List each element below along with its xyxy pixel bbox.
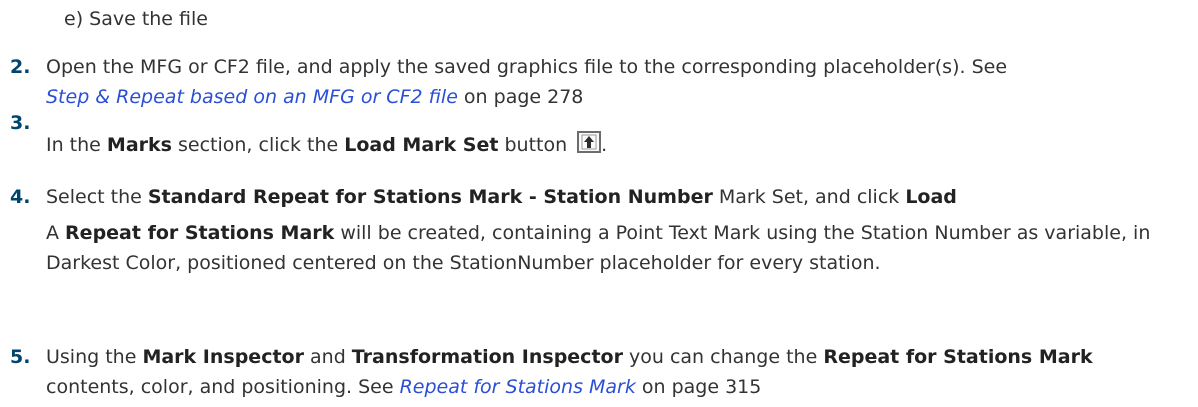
step-paragraph: A Repeat for Stations Mark will be creat… xyxy=(46,218,1180,278)
sub-step-e: e) Save the file xyxy=(64,8,208,30)
step-text: Using the Mark Inspector and Transformat… xyxy=(46,342,1180,402)
step-text-run: and xyxy=(303,346,352,368)
step-text-run: Select the xyxy=(46,186,148,208)
step-number: 5. xyxy=(10,346,31,368)
repeat-for-stations-mark-label: Repeat for Stations Mark xyxy=(823,346,1093,368)
mark-set-name: Standard Repeat for Stations Mark - Stat… xyxy=(147,186,713,208)
step-number: 3. xyxy=(10,112,31,134)
step-text-run: on page 278 xyxy=(457,86,584,108)
step-text-run: . xyxy=(601,134,608,156)
step-text: Select the Standard Repeat for Stations … xyxy=(46,182,1180,278)
marks-label: Marks xyxy=(106,134,172,156)
step-paragraph: Select the Standard Repeat for Stations … xyxy=(46,182,1180,212)
step-text-run: Mark Set, and click xyxy=(712,186,906,208)
step-text: In the Marks section, click the Load Mar… xyxy=(46,118,1180,160)
step-text-run: Using the xyxy=(46,346,143,368)
step-text-run: In the xyxy=(46,134,107,156)
step-number: 2. xyxy=(10,56,31,78)
transformation-inspector-label: Transformation Inspector xyxy=(351,346,623,368)
step-text-run: on page 315 xyxy=(635,376,762,398)
step-text-run: Open the MFG or CF2 file, and apply the … xyxy=(46,56,1008,78)
repeat-for-stations-link[interactable]: Repeat for Stations Mark xyxy=(400,376,636,398)
step-text-run: A xyxy=(46,222,66,244)
step-text-run: section, click the xyxy=(171,134,345,156)
step-3: 3. In the Marks section, click the Load … xyxy=(10,112,1180,160)
step-5: 5. Using the Mark Inspector and Transfor… xyxy=(10,342,1180,402)
upload-icon xyxy=(577,131,602,153)
load-label: Load xyxy=(905,186,957,208)
step-text-run: you can change the xyxy=(622,346,824,368)
step-text: Open the MFG or CF2 file, and apply the … xyxy=(46,52,1180,112)
step-4: 4. Select the Standard Repeat for Statio… xyxy=(10,182,1180,278)
load-mark-set-label: Load Mark Set xyxy=(344,134,499,156)
step-text-run: button xyxy=(498,134,574,156)
step-text-run: contents, color, and positioning. See xyxy=(46,376,400,398)
step-2: 2. Open the MFG or CF2 file, and apply t… xyxy=(10,52,1180,112)
mark-inspector-label: Mark Inspector xyxy=(142,346,304,368)
repeat-for-stations-mark-label: Repeat for Stations Mark xyxy=(65,222,335,244)
step-repeat-link[interactable]: Step & Repeat based on an MFG or CF2 fil… xyxy=(46,86,458,108)
step-number: 4. xyxy=(10,186,31,208)
